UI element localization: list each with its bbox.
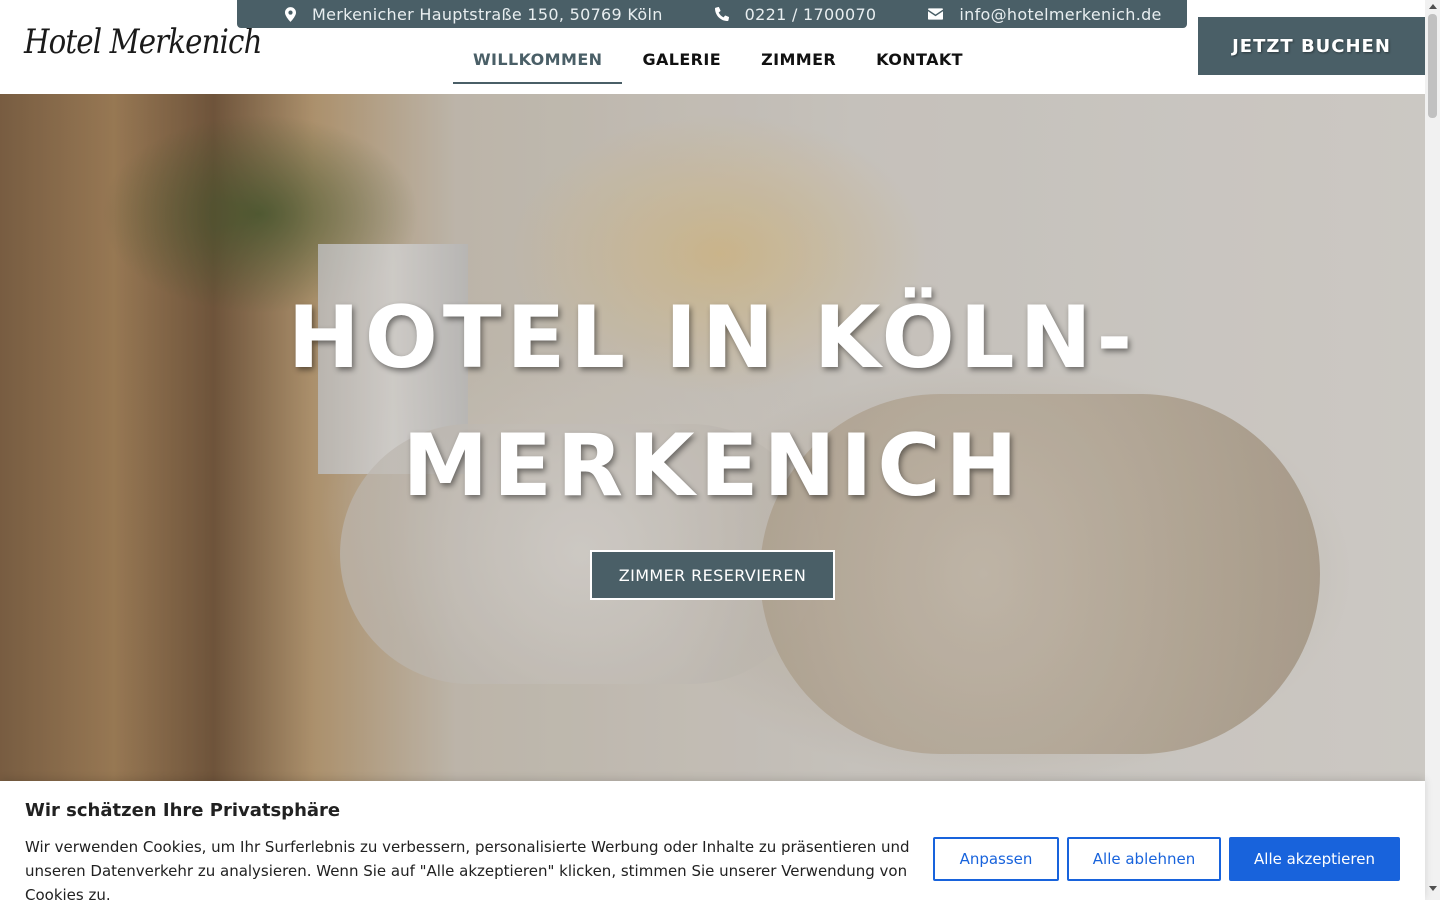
book-now-button[interactable]: JETZT BUCHEN — [1198, 17, 1425, 75]
cookie-reject-button[interactable]: Alle ablehnen — [1067, 837, 1221, 881]
nav-item-willkommen[interactable]: WILLKOMMEN — [453, 38, 623, 84]
cookie-text: Wir verwenden Cookies, um Ihr Surferlebn… — [25, 838, 910, 900]
topbar-phone[interactable]: 0221 / 1700070 — [714, 4, 877, 24]
email-text: info@hotelmerkenich.de — [959, 4, 1162, 24]
scroll-down-arrow-icon[interactable] — [1429, 886, 1437, 891]
hero-title: HOTEL IN KÖLN- MERKENICH — [0, 274, 1425, 530]
cookie-banner: Wir schätzen Ihre Privatsphäre Wir verwe… — [0, 781, 1425, 900]
main-nav: WILLKOMMEN GALERIE ZIMMER KONTAKT — [453, 38, 983, 84]
nav-item-galerie[interactable]: GALERIE — [622, 38, 741, 84]
cookie-title: Wir schätzen Ihre Privatsphäre — [25, 800, 341, 821]
site-header: Hotel Merkenich Merkenicher Hauptstraße … — [0, 0, 1425, 94]
topbar-address[interactable]: Merkenicher Hauptstraße 150, 50769 Köln — [285, 5, 663, 24]
hero-title-line2: MERKENICH — [402, 416, 1023, 516]
nav-item-kontakt[interactable]: KONTAKT — [856, 38, 983, 84]
address-text: Merkenicher Hauptstraße 150, 50769 Köln — [312, 4, 663, 24]
map-marker-icon — [285, 6, 296, 22]
hero-section: HOTEL IN KÖLN- MERKENICH ZIMMER RESERVIE… — [0, 94, 1425, 900]
scroll-up-arrow-icon[interactable] — [1429, 4, 1437, 9]
phone-text: 0221 / 1700070 — [744, 4, 877, 24]
cookie-customize-button[interactable]: Anpassen — [933, 837, 1059, 881]
reserve-room-button[interactable]: ZIMMER RESERVIEREN — [590, 550, 835, 600]
phone-icon — [714, 7, 729, 21]
hero-title-line1: HOTEL IN KÖLN- — [287, 288, 1138, 388]
contact-topbar: Merkenicher Hauptstraße 150, 50769 Köln … — [237, 0, 1187, 28]
hotel-logo[interactable]: Hotel Merkenich — [24, 22, 262, 62]
envelope-icon — [928, 8, 944, 20]
nav-item-zimmer[interactable]: ZIMMER — [741, 38, 856, 84]
scroll-thumb[interactable] — [1428, 14, 1437, 118]
page-scrollbar[interactable] — [1425, 0, 1440, 900]
topbar-email[interactable]: info@hotelmerkenich.de — [928, 5, 1161, 24]
cookie-accept-button[interactable]: Alle akzeptieren — [1229, 837, 1400, 881]
